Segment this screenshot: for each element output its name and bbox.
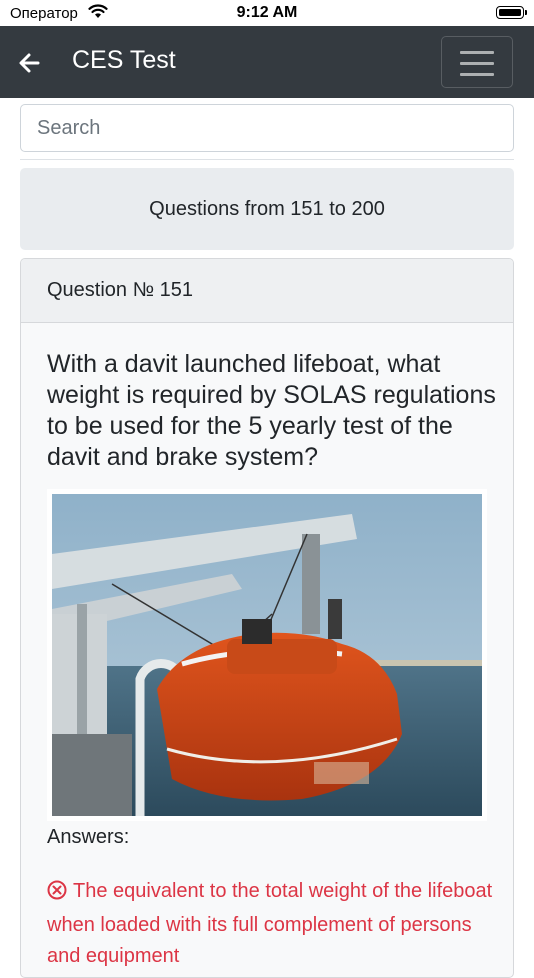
back-arrow-icon[interactable] xyxy=(16,50,44,76)
question-number: Question № 151 xyxy=(47,279,193,301)
status-bar: Оператор 9:12 AM xyxy=(0,0,534,26)
question-range-label: Questions from 151 to 200 xyxy=(149,197,385,220)
answer-text: The equivalent to the total weight of th… xyxy=(47,880,493,967)
question-text: With a davit launched lifeboat, what wei… xyxy=(47,350,496,471)
hamburger-icon-bar xyxy=(460,73,494,76)
divider xyxy=(20,159,514,160)
menu-toggle-button[interactable] xyxy=(441,36,513,88)
top-navbar: CES Test xyxy=(0,26,534,98)
hamburger-icon-bar xyxy=(460,62,494,65)
page-title: CES Test xyxy=(72,46,176,74)
question-range-banner: Questions from 151 to 200 xyxy=(20,168,514,250)
question-card: Question № 151 With a davit launched lif… xyxy=(20,258,514,978)
lifeboat-davit-photo xyxy=(47,489,487,821)
answers-label: Answers: xyxy=(47,826,130,848)
search-input[interactable] xyxy=(20,104,514,152)
answer-option[interactable]: The equivalent to the total weight of th… xyxy=(47,876,497,972)
x-circle-icon xyxy=(47,879,67,910)
hamburger-icon xyxy=(460,51,494,54)
question-card-header: Question № 151 xyxy=(21,259,513,323)
clock: 9:12 AM xyxy=(236,4,298,21)
battery-icon xyxy=(496,6,527,19)
